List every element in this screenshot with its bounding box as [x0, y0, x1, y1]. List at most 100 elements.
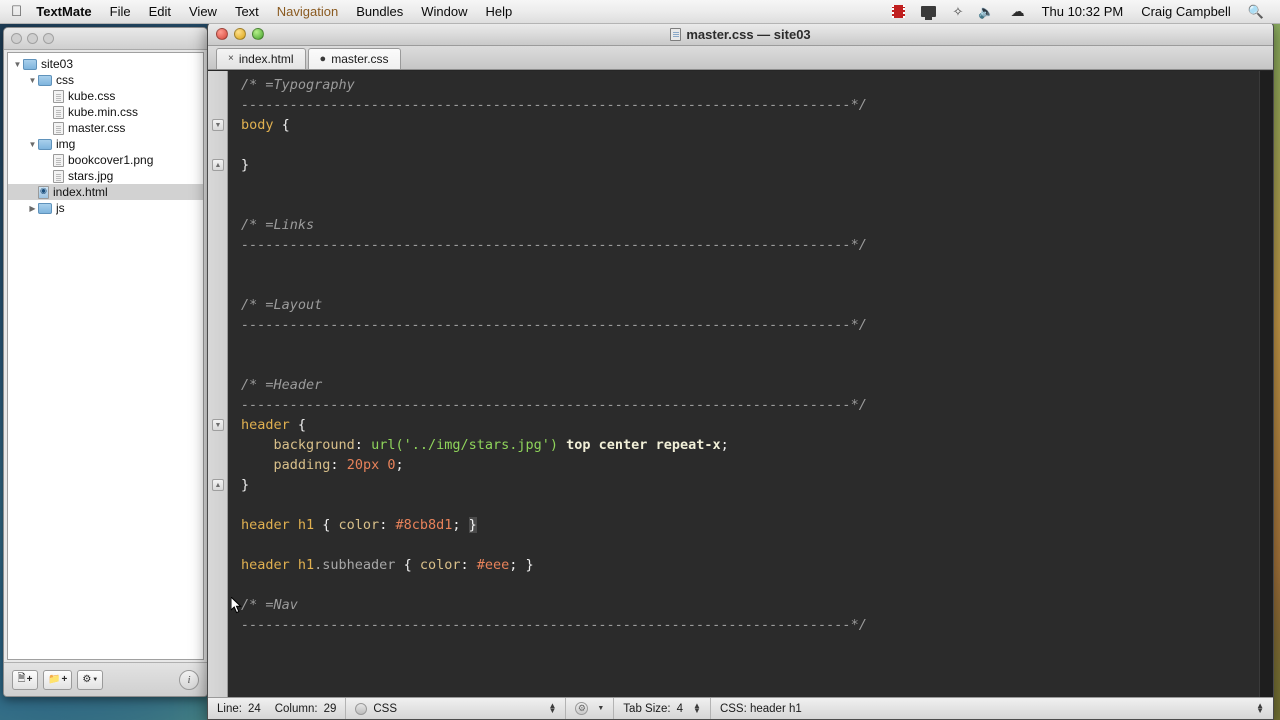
tree-item[interactable]: ▶stars.jpg — [8, 168, 203, 184]
disclosure-open-icon[interactable]: ▼ — [27, 140, 38, 149]
menu-text[interactable]: Text — [226, 0, 268, 24]
mouse-cursor — [231, 597, 242, 614]
volume-icon[interactable]: 🔈 — [970, 4, 1002, 20]
editor-vertical-scrollbar[interactable] — [1259, 71, 1273, 697]
tree-item[interactable]: ▶ js — [8, 200, 203, 216]
editor-code-area[interactable]: /* =Typography --------------------------… — [229, 71, 1259, 697]
code-line[interactable]: header { — [241, 415, 1259, 435]
code-line[interactable]: /* =Typography — [241, 75, 1259, 95]
editor-tab[interactable]: × index.html — [216, 48, 306, 69]
textmate-titlebar[interactable]: master.css — site03 — [208, 23, 1273, 46]
editor-tab[interactable]: ● master.css — [307, 48, 401, 69]
tree-item[interactable]: ▼ css — [8, 72, 203, 88]
menu-bundles[interactable]: Bundles — [347, 0, 412, 24]
language-stepper-icon[interactable]: ▲ ▼ — [548, 702, 556, 714]
code-token: header — [241, 417, 290, 433]
tree-item[interactable]: ▼ site03 — [8, 56, 203, 72]
code-line[interactable]: ----------------------------------------… — [241, 235, 1259, 255]
bluetooth-icon[interactable]: ✧ — [944, 4, 970, 20]
modified-dot-icon[interactable]: ● — [320, 53, 327, 65]
tree-item[interactable]: ▶index.html — [8, 184, 203, 200]
minimize-button[interactable] — [27, 33, 38, 44]
code-line[interactable] — [241, 275, 1259, 295]
tab-size-stepper-icon[interactable]: ▲ ▼ — [693, 702, 701, 714]
menu-edit[interactable]: Edit — [140, 0, 180, 24]
code-line[interactable]: header h1.subheader { color: #eee; } — [241, 555, 1259, 575]
menubar-username[interactable]: Craig Campbell — [1132, 4, 1240, 19]
code-line[interactable]: } — [241, 155, 1259, 175]
code-line[interactable]: ----------------------------------------… — [241, 395, 1259, 415]
code-editor[interactable]: ▼ ▲ ▼ ▲ /* =Typography ---------------------… — [208, 71, 1273, 697]
code-line[interactable] — [241, 175, 1259, 195]
menu-help[interactable]: Help — [476, 0, 521, 24]
screen-recording-icon[interactable] — [884, 5, 913, 18]
project-drawer-window: ▼site03▼css▶kube.css▶kube.min.css▶master… — [3, 27, 208, 697]
project-file-tree[interactable]: ▼site03▼css▶kube.css▶kube.min.css▶master… — [7, 52, 204, 660]
code-token: } — [241, 157, 250, 173]
menu-textmate[interactable]: TextMate — [36, 0, 100, 24]
display-icon[interactable] — [913, 6, 944, 20]
apple-logo-icon[interactable]:  — [11, 4, 22, 19]
disclosure-open-icon[interactable]: ▼ — [27, 76, 38, 85]
symbol-stepper-icon[interactable]: ▲ ▼ — [1256, 702, 1264, 714]
code-line[interactable]: ----------------------------------------… — [241, 315, 1259, 335]
code-line[interactable]: body { — [241, 115, 1259, 135]
fold-expand-icon[interactable]: ▲ — [212, 479, 224, 491]
zoom-button[interactable] — [43, 33, 54, 44]
new-file-button[interactable]: 🗎 + — [12, 669, 38, 690]
wifi-icon[interactable]: ☁ — [1003, 3, 1033, 20]
disclosure-closed-icon[interactable]: ▶ — [27, 204, 38, 213]
tree-item[interactable]: ▶kube.min.css — [8, 104, 203, 120]
code-line[interactable] — [241, 135, 1259, 155]
code-line[interactable]: background: url('../img/stars.jpg') top … — [241, 435, 1259, 455]
fold-collapse-icon[interactable]: ▼ — [212, 419, 224, 431]
code-line[interactable]: header h1 { color: #8cb8d1; } — [241, 515, 1259, 535]
tab-size-selector[interactable]: Tab Size: 4 ▲ ▼ — [614, 698, 711, 719]
fold-expand-icon[interactable]: ▲ — [212, 159, 224, 171]
code-token: background — [273, 437, 355, 453]
code-line[interactable] — [241, 355, 1259, 375]
code-line[interactable]: /* =Links — [241, 215, 1259, 235]
code-line[interactable] — [241, 255, 1259, 275]
tree-item[interactable]: ▶kube.css — [8, 88, 203, 104]
tree-item[interactable]: ▶bookcover1.png — [8, 152, 203, 168]
code-line[interactable] — [241, 635, 1259, 655]
info-button[interactable]: i — [179, 669, 199, 690]
disclosure-open-icon[interactable]: ▼ — [12, 60, 23, 69]
code-token: /* =Typography — [241, 77, 355, 93]
tree-item-label: index.html — [53, 185, 108, 199]
bundle-actions-menu[interactable]: ⚙ ▼ — [566, 698, 615, 719]
code-line[interactable]: ----------------------------------------… — [241, 95, 1259, 115]
fold-collapse-icon[interactable]: ▼ — [212, 119, 224, 131]
actions-gear-button[interactable]: ⚙ ▼ — [77, 669, 104, 690]
code-line[interactable] — [241, 195, 1259, 215]
new-folder-button[interactable]: 📁 + — [43, 669, 73, 690]
close-icon[interactable]: × — [228, 54, 234, 64]
menu-file[interactable]: File — [101, 0, 140, 24]
symbol-list-stepper[interactable]: ▲ ▼ — [1243, 698, 1273, 719]
code-line[interactable]: } — [241, 475, 1259, 495]
code-line[interactable] — [241, 335, 1259, 355]
close-button[interactable] — [11, 33, 22, 44]
code-line[interactable] — [241, 495, 1259, 515]
editor-gutter[interactable]: ▼ ▲ ▼ ▲ — [208, 71, 228, 697]
menu-view[interactable]: View — [180, 0, 226, 24]
code-line[interactable]: ----------------------------------------… — [241, 615, 1259, 635]
tree-item[interactable]: ▶master.css — [8, 120, 203, 136]
code-line[interactable] — [241, 535, 1259, 555]
code-token: : — [330, 457, 347, 473]
code-line[interactable]: padding: 20px 0; — [241, 455, 1259, 475]
menubar-clock[interactable]: Thu 10:32 PM — [1033, 4, 1133, 19]
symbol-scope[interactable]: CSS: header h1 — [711, 698, 1243, 719]
language-selector[interactable]: CSS ▲ ▼ — [346, 698, 567, 719]
code-line[interactable] — [241, 575, 1259, 595]
menu-navigation[interactable]: Navigation — [268, 0, 347, 24]
menu-window[interactable]: Window — [412, 0, 476, 24]
code-line[interactable]: /* =Header — [241, 375, 1259, 395]
code-line[interactable]: /* =Nav — [241, 595, 1259, 615]
project-drawer-titlebar[interactable] — [4, 28, 207, 50]
code-line[interactable]: /* =Layout — [241, 295, 1259, 315]
spotlight-search-icon[interactable]: 🔍 — [1240, 4, 1272, 20]
tree-item[interactable]: ▼ img — [8, 136, 203, 152]
